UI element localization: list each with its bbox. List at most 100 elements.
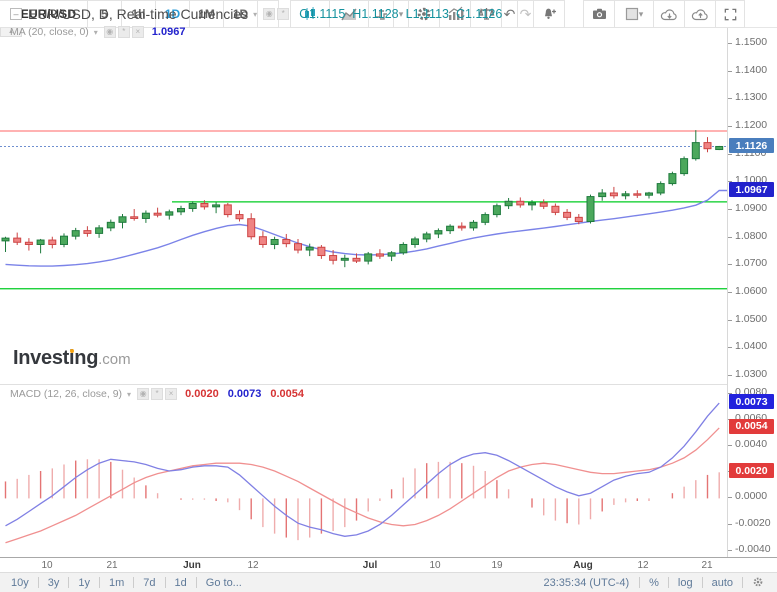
auto-scale-button[interactable]: auto — [703, 577, 742, 589]
price-tick-1.0700: 1.0700 — [735, 257, 767, 269]
eye-icon[interactable]: ◉ — [137, 388, 149, 400]
time-tick-10: 10 — [429, 560, 440, 571]
fullscreen-icon — [723, 7, 738, 22]
macd-tag-0.0054: 0.0054 — [729, 419, 774, 434]
cloud-upload-button[interactable] — [684, 0, 716, 28]
macd-value-1: 0.0073 — [228, 388, 262, 400]
close-icon[interactable]: × — [132, 26, 144, 38]
time-tick-19: 19 — [491, 560, 502, 571]
cloud-download-button[interactable] — [653, 0, 685, 28]
macd-tick-0.0040: 0.0040 — [735, 438, 767, 450]
logo-i: i — [69, 347, 74, 369]
logo-suffix: .com — [98, 351, 131, 368]
close-icon[interactable]: × — [165, 388, 177, 400]
toolbar-gap — [565, 0, 584, 27]
ohlc-l: L1.1113 — [406, 7, 449, 21]
bottom-right-controls: 23:35:34 (UTC-4) %logauto — [534, 574, 773, 591]
time-tick-12: 12 — [247, 560, 258, 571]
ohlc-values: O1.1115H1.1128L1.1113C1.1126 — [299, 7, 509, 21]
main-legend: – EUR/USD, D, Real-time Currencies ▾ ◉ *… — [10, 6, 509, 22]
macd-legend: MACD (12, 26, close, 9) ▾ ◉ * × 0.00200.… — [10, 388, 313, 400]
gear-icon[interactable]: * — [151, 388, 163, 400]
price-tick-1.0900: 1.0900 — [735, 202, 767, 214]
layout-select-button[interactable]: ▾ — [614, 0, 654, 28]
percent-scale-button[interactable]: % — [640, 577, 668, 589]
alert-add-button[interactable] — [533, 0, 565, 28]
price-tick-1.0500: 1.0500 — [735, 313, 767, 325]
price-tag-1.0967: 1.0967 — [729, 182, 774, 197]
log-scale-button[interactable]: log — [669, 577, 702, 589]
clock-button[interactable]: 23:35:34 (UTC-4) — [534, 577, 640, 589]
chart-title[interactable]: EUR/USD, D, Real-time Currencies — [28, 6, 248, 22]
time-tick-21: 21 — [106, 560, 117, 571]
ohlc-c: C1.1126 — [456, 7, 502, 21]
price-tick-1.0800: 1.0800 — [735, 230, 767, 242]
alert-add-icon — [541, 6, 558, 22]
gear-icon[interactable]: * — [277, 8, 289, 20]
collapse-legend-icon[interactable]: – — [10, 8, 22, 20]
gear-icon[interactable]: * — [118, 26, 130, 38]
camera-icon — [591, 6, 608, 22]
main-chart-canvas[interactable] — [0, 28, 727, 384]
macd-label[interactable]: MACD (12, 26, close, 9) — [10, 388, 122, 400]
chevron-down-icon[interactable]: ▾ — [253, 10, 257, 19]
macd-chart-canvas[interactable] — [0, 385, 727, 557]
price-tick-1.1200: 1.1200 — [735, 119, 767, 131]
bottom-toolbar: 10y3y1y1m7d1dGo to... 23:35:34 (UTC-4) %… — [0, 572, 777, 592]
layout-select-icon — [625, 7, 639, 21]
time-tick-10: 10 — [41, 560, 52, 571]
price-tick-1.1300: 1.1300 — [735, 91, 767, 103]
macd-tick-0.0000: 0.0000 — [735, 490, 767, 502]
range-button-10y[interactable]: 10y — [2, 577, 38, 589]
macd-pane[interactable]: MACD (12, 26, close, 9) ▾ ◉ * × 0.00200.… — [0, 384, 727, 557]
macd-value-0: 0.0020 — [185, 388, 219, 400]
range-button-1y[interactable]: 1y — [69, 577, 99, 589]
chevron-down-icon[interactable]: ▾ — [127, 390, 131, 399]
logo-text: ng — [74, 347, 98, 369]
price-axis[interactable]: 1.15001.14001.13001.12001.11001.10001.09… — [727, 28, 777, 557]
investing-logo: Investing.com — [13, 347, 131, 370]
chart-application: EUR/USD 51h1D1M1D ▾ ▾ ↶↷ ▾ ▲ – EUR/USD, … — [0, 0, 777, 592]
gear-icon — [752, 576, 764, 588]
ohlc-h: H1.1128 — [352, 7, 398, 21]
macd-tag-0.0020: 0.0020 — [729, 463, 774, 478]
time-tick-21: 21 — [701, 560, 712, 571]
macd-value-2: 0.0054 — [270, 388, 304, 400]
time-tick-12: 12 — [637, 560, 648, 571]
macd-tick--0.0040: -0.0040 — [735, 543, 771, 555]
range-buttons: 10y3y1y1m7d1dGo to... — [2, 577, 251, 589]
chart-settings-button[interactable] — [743, 574, 773, 591]
chevron-down-icon: ▾ — [639, 10, 644, 19]
cloud-upload-icon — [691, 7, 710, 22]
time-tick-Aug: Aug — [573, 560, 592, 571]
goto-button[interactable]: Go to... — [197, 577, 251, 589]
price-tick-1.0400: 1.0400 — [735, 340, 767, 352]
logo-text: Invest — [13, 347, 69, 369]
time-tick-Jun: Jun — [183, 560, 201, 571]
price-tag-1.1126: 1.1126 — [729, 138, 774, 153]
chevron-down-icon[interactable]: ▾ — [94, 28, 98, 37]
time-axis[interactable]: 10 21 Jun 12 Jul 10 19 Aug 12 21 — [0, 557, 777, 572]
redo-button[interactable]: ↷ — [517, 0, 534, 28]
capture-group: ▾ — [584, 0, 716, 27]
price-tick-1.1400: 1.1400 — [735, 64, 767, 76]
ma-legend: MA (20, close, 0) ▾ ◉ * × 1.0967 — [10, 26, 185, 38]
range-button-7d[interactable]: 7d — [134, 577, 164, 589]
ma-value: 1.0967 — [152, 26, 186, 38]
eye-icon[interactable]: ◉ — [263, 8, 275, 20]
camera-button[interactable] — [583, 0, 615, 28]
cloud-download-icon — [660, 7, 679, 22]
eye-icon[interactable]: ◉ — [104, 26, 116, 38]
macd-values: 0.0020 0.0073 0.0054 — [185, 388, 313, 400]
range-button-1m[interactable]: 1m — [100, 577, 133, 589]
fullscreen-button[interactable] — [715, 0, 745, 28]
ma-label[interactable]: MA (20, close, 0) — [10, 26, 89, 38]
price-tick-1.0600: 1.0600 — [735, 285, 767, 297]
macd-tag-0.0073: 0.0073 — [729, 394, 774, 409]
scale-buttons: %logauto — [639, 577, 743, 589]
range-button-1d[interactable]: 1d — [166, 577, 196, 589]
price-tick-1.0300: 1.0300 — [735, 368, 767, 380]
main-chart-pane[interactable] — [0, 28, 727, 384]
range-button-3y[interactable]: 3y — [39, 577, 69, 589]
time-tick-Jul: Jul — [363, 560, 377, 571]
